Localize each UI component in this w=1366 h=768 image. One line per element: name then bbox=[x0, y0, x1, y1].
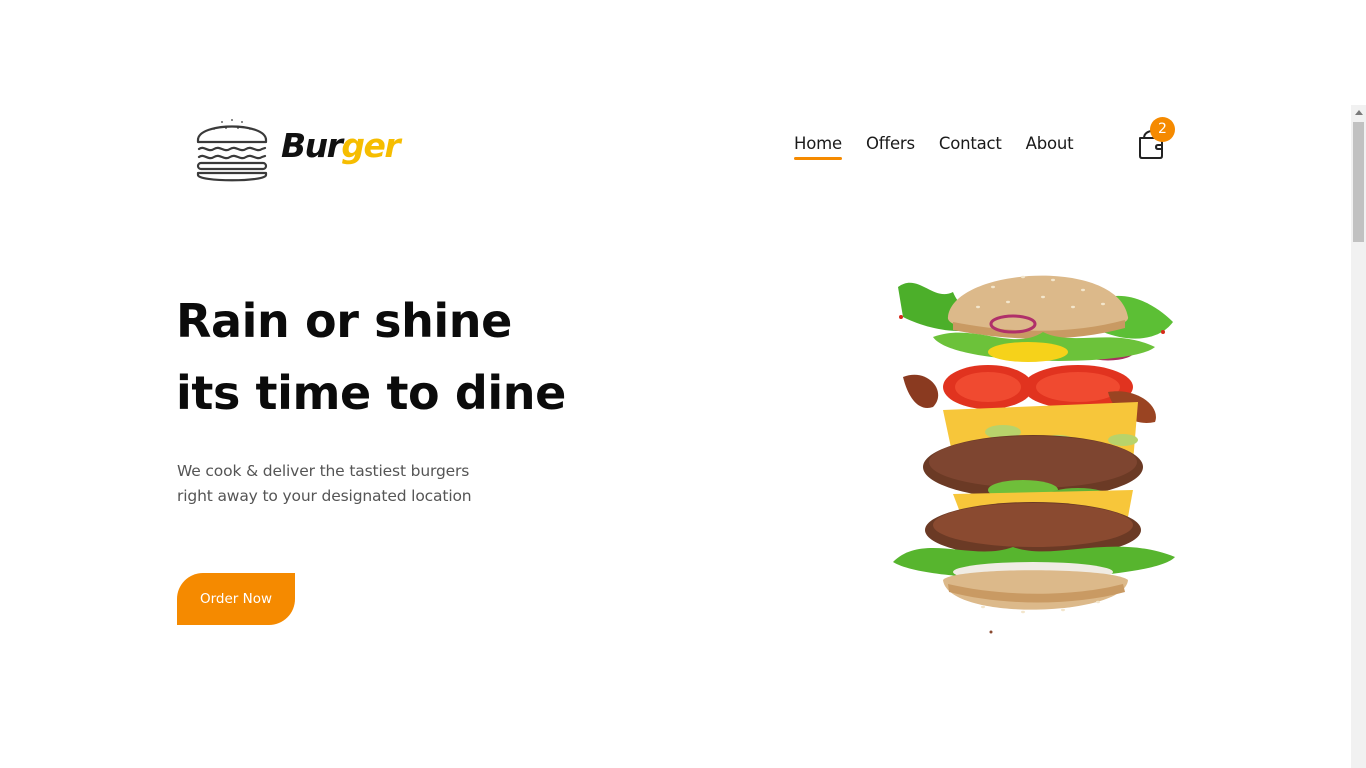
hero-subtitle-line2: right away to your designated location bbox=[177, 487, 472, 505]
hero-title: Rain or shine its time to dine bbox=[176, 285, 566, 429]
hero-title-line1: Rain or shine bbox=[176, 294, 512, 348]
brand-name-part2: ger bbox=[341, 125, 400, 165]
hero-subtitle: We cook & deliver the tastiest burgers r… bbox=[177, 459, 472, 509]
scrollbar-thumb[interactable] bbox=[1353, 122, 1364, 242]
brand-name: Burger bbox=[281, 125, 401, 165]
main-nav: Home Offers Contact About bbox=[794, 133, 1074, 160]
nav-item-about[interactable]: About bbox=[1026, 133, 1074, 155]
cart-button[interactable]: 2 bbox=[1134, 117, 1178, 164]
brand-logo[interactable]: Burger bbox=[196, 112, 401, 184]
nav-item-offers[interactable]: Offers bbox=[866, 133, 915, 155]
order-now-button[interactable]: Order Now bbox=[177, 573, 295, 625]
vertical-scrollbar[interactable] bbox=[1351, 105, 1366, 768]
cart-count-badge: 2 bbox=[1150, 117, 1175, 142]
scroll-up-arrow-icon[interactable] bbox=[1355, 110, 1363, 115]
nav-item-contact[interactable]: Contact bbox=[939, 133, 1002, 155]
brand-name-part1: Bur bbox=[281, 125, 343, 165]
burger-outline-icon bbox=[196, 119, 268, 182]
exploded-burger-image bbox=[893, 275, 1175, 634]
hero-subtitle-line1: We cook & deliver the tastiest burgers bbox=[177, 462, 470, 480]
nav-item-home[interactable]: Home bbox=[794, 133, 842, 160]
hero-title-line2: its time to dine bbox=[176, 366, 566, 420]
landing-page: Burger Home Offers Contact About 2 Rain … bbox=[0, 0, 1366, 768]
